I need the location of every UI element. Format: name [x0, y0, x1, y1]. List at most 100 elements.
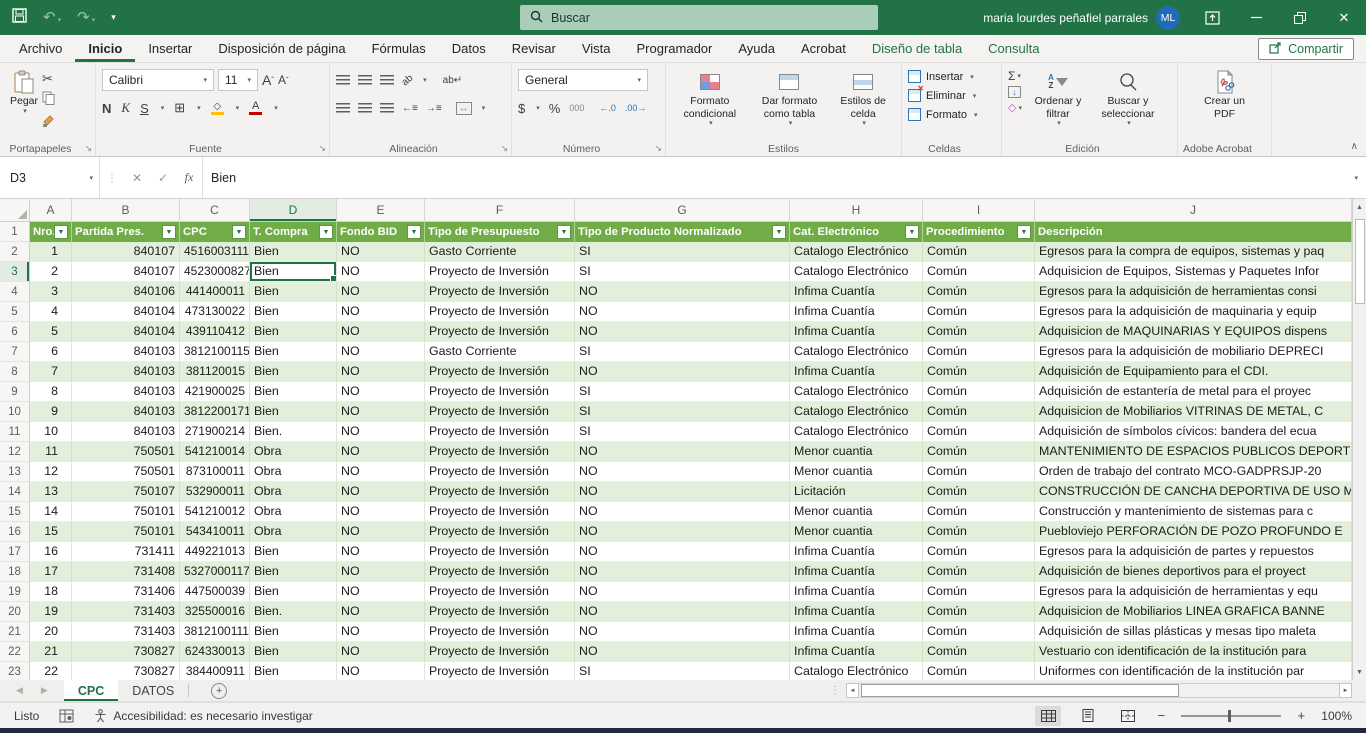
cell-A22[interactable]: 21 — [30, 642, 72, 662]
cell-H12[interactable]: Menor cuantia — [790, 442, 923, 462]
share-button[interactable]: Compartir — [1258, 38, 1354, 60]
cell-H5[interactable]: Infima Cuantía — [790, 302, 923, 322]
row-header-5[interactable]: 5 — [0, 302, 30, 322]
cell-J21[interactable]: Adquisición de sillas plásticas y mesas … — [1035, 622, 1352, 642]
cell-E9[interactable]: NO — [337, 382, 425, 402]
expand-formula-bar-icon[interactable]: ▾ — [1354, 174, 1358, 182]
cell-A13[interactable]: 12 — [30, 462, 72, 482]
cell-D14[interactable]: Obra — [250, 482, 337, 502]
cell-F13[interactable]: Proyecto de Inversión — [425, 462, 575, 482]
cell-H14[interactable]: Licitación — [790, 482, 923, 502]
cell-E7[interactable]: NO — [337, 342, 425, 362]
cell-E17[interactable]: NO — [337, 542, 425, 562]
name-box-dropdown-icon[interactable]: ▾ — [89, 174, 93, 182]
cell-D9[interactable]: Bien — [250, 382, 337, 402]
cell-A2[interactable]: 1 — [30, 242, 72, 262]
cell-J19[interactable]: Egresos para la adquisición de herramien… — [1035, 582, 1352, 602]
cell-D15[interactable]: Obra — [250, 502, 337, 522]
cell-E13[interactable]: NO — [337, 462, 425, 482]
cell-H16[interactable]: Menor cuantia — [790, 522, 923, 542]
cell-G18[interactable]: NO — [575, 562, 790, 582]
cell-H4[interactable]: Infima Cuantía — [790, 282, 923, 302]
cell-E14[interactable]: NO — [337, 482, 425, 502]
cell-H9[interactable]: Catalogo Electrónico — [790, 382, 923, 402]
cell-D16[interactable]: Obra — [250, 522, 337, 542]
cancel-icon[interactable]: ✕ — [124, 171, 150, 185]
cell-H7[interactable]: Catalogo Electrónico — [790, 342, 923, 362]
cell-G21[interactable]: NO — [575, 622, 790, 642]
zoom-slider[interactable] — [1181, 715, 1281, 717]
restore-button[interactable] — [1278, 0, 1322, 35]
cell-C20[interactable]: 325500016 — [180, 602, 250, 622]
tab-datos[interactable]: Datos — [439, 35, 499, 62]
cell-C9[interactable]: 421900025 — [180, 382, 250, 402]
clipboard-dialog-launcher-icon[interactable]: ↘ — [84, 143, 92, 154]
cell-I6[interactable]: Común — [923, 322, 1035, 342]
cell-F19[interactable]: Proyecto de Inversión — [425, 582, 575, 602]
table-header-cell-I[interactable]: Procedimiento▼ — [923, 222, 1035, 242]
cell-J18[interactable]: Adquisición de bienes deportivos para el… — [1035, 562, 1352, 582]
cell-G15[interactable]: NO — [575, 502, 790, 522]
tab-programador[interactable]: Programador — [624, 35, 726, 62]
row-header-22[interactable]: 22 — [0, 642, 30, 662]
cell-A19[interactable]: 18 — [30, 582, 72, 602]
column-header-I[interactable]: I — [923, 199, 1035, 221]
cell-G2[interactable]: SI — [575, 242, 790, 262]
italic-button[interactable]: K — [121, 100, 130, 116]
cell-A16[interactable]: 15 — [30, 522, 72, 542]
cell-F9[interactable]: Proyecto de Inversión — [425, 382, 575, 402]
cell-I17[interactable]: Común — [923, 542, 1035, 562]
cell-E5[interactable]: NO — [337, 302, 425, 322]
align-middle-icon[interactable] — [358, 75, 372, 86]
cell-B18[interactable]: 731408 — [72, 562, 180, 582]
wrap-text-icon[interactable]: ab↵ — [443, 75, 463, 86]
cell-F16[interactable]: Proyecto de Inversión — [425, 522, 575, 542]
cell-D4[interactable]: Bien — [250, 282, 337, 302]
cell-I16[interactable]: Común — [923, 522, 1035, 542]
cell-F7[interactable]: Gasto Corriente — [425, 342, 575, 362]
number-dialog-launcher-icon[interactable]: ↘ — [654, 143, 662, 154]
cell-C7[interactable]: 3812100115 — [180, 342, 250, 362]
row-header-15[interactable]: 15 — [0, 502, 30, 522]
select-all-corner[interactable] — [0, 199, 30, 221]
cell-F2[interactable]: Gasto Corriente — [425, 242, 575, 262]
cell-G14[interactable]: NO — [575, 482, 790, 502]
cell-B13[interactable]: 750501 — [72, 462, 180, 482]
cell-C13[interactable]: 873100011 — [180, 462, 250, 482]
row-header-7[interactable]: 7 — [0, 342, 30, 362]
view-page-layout-button[interactable] — [1075, 706, 1101, 726]
align-center-icon[interactable] — [358, 103, 372, 114]
cell-C8[interactable]: 381120015 — [180, 362, 250, 382]
row-header-2[interactable]: 2 — [0, 242, 30, 262]
zoom-level[interactable]: 100% — [1321, 709, 1352, 723]
save-icon[interactable] — [12, 8, 27, 28]
cell-C23[interactable]: 384400911 — [180, 662, 250, 680]
cell-C19[interactable]: 447500039 — [180, 582, 250, 602]
cell-B4[interactable]: 840106 — [72, 282, 180, 302]
cell-F11[interactable]: Proyecto de Inversión — [425, 422, 575, 442]
column-header-H[interactable]: H — [790, 199, 923, 221]
cell-F3[interactable]: Proyecto de Inversión — [425, 262, 575, 282]
accessibility-status[interactable]: Accesibilidad: es necesario investigar — [94, 709, 312, 723]
column-header-G[interactable]: G — [575, 199, 790, 221]
tab-consulta[interactable]: Consulta — [975, 35, 1052, 62]
alignment-dialog-launcher-icon[interactable]: ↘ — [500, 143, 508, 154]
cell-D21[interactable]: Bien — [250, 622, 337, 642]
row-header-12[interactable]: 12 — [0, 442, 30, 462]
currency-icon[interactable]: $ — [518, 101, 525, 116]
merge-center-icon[interactable]: ↔ — [456, 102, 472, 115]
cell-A6[interactable]: 5 — [30, 322, 72, 342]
cell-I22[interactable]: Común — [923, 642, 1035, 662]
cell-H15[interactable]: Menor cuantia — [790, 502, 923, 522]
cell-B21[interactable]: 731403 — [72, 622, 180, 642]
formula-bar-handle[interactable]: ⋮ — [100, 171, 124, 185]
cell-I19[interactable]: Común — [923, 582, 1035, 602]
filter-button[interactable]: ▼ — [905, 225, 919, 239]
row-header-23[interactable]: 23 — [0, 662, 30, 680]
cell-J7[interactable]: Egresos para la adquisición de mobiliari… — [1035, 342, 1352, 362]
cell-D5[interactable]: Bien — [250, 302, 337, 322]
cell-B5[interactable]: 840104 — [72, 302, 180, 322]
cell-F14[interactable]: Proyecto de Inversión — [425, 482, 575, 502]
cell-G6[interactable]: NO — [575, 322, 790, 342]
avatar[interactable]: ML — [1156, 6, 1180, 30]
